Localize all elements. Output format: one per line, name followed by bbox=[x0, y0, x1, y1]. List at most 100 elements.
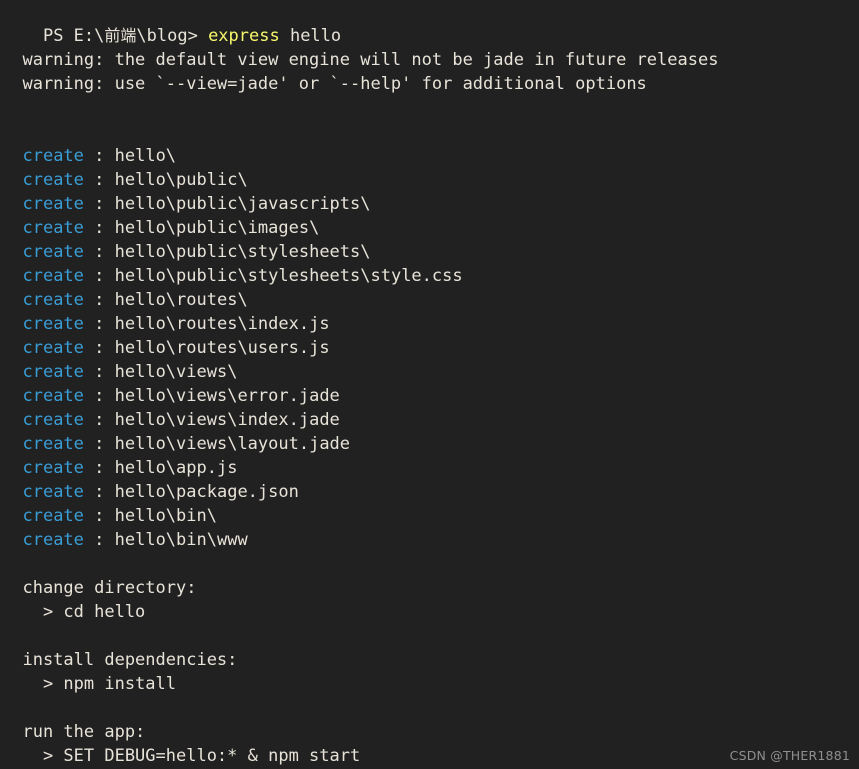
create-separator: : bbox=[84, 146, 115, 166]
created-path: hello\public\ bbox=[115, 170, 248, 190]
create-keyword: create bbox=[22, 386, 83, 406]
created-path: hello\bin\ bbox=[115, 506, 217, 526]
create-separator: : bbox=[84, 218, 115, 238]
create-separator: : bbox=[84, 170, 115, 190]
create-indent bbox=[2, 242, 22, 262]
create-keyword: create bbox=[22, 170, 83, 190]
create-indent bbox=[2, 194, 22, 214]
create-line: create : hello\views\layout.jade bbox=[0, 432, 859, 456]
create-keyword: create bbox=[22, 506, 83, 526]
create-indent bbox=[2, 458, 22, 478]
created-path: hello\public\stylesheets\ bbox=[115, 242, 371, 262]
created-path: hello\routes\ bbox=[115, 290, 248, 310]
created-path: hello\views\layout.jade bbox=[115, 434, 350, 454]
create-keyword: create bbox=[22, 530, 83, 550]
prompt-directory-cjk: 前端 bbox=[104, 26, 136, 45]
warning-line-2: warning: use `--view=jade' or `--help' f… bbox=[0, 72, 859, 96]
create-line: create : hello\public\stylesheets\ bbox=[0, 240, 859, 264]
created-path: hello\views\index.jade bbox=[115, 410, 340, 430]
create-separator: : bbox=[84, 410, 115, 430]
create-indent bbox=[2, 146, 22, 166]
create-indent bbox=[2, 410, 22, 430]
created-path: hello\views\error.jade bbox=[115, 386, 340, 406]
create-line: create : hello\public\javascripts\ bbox=[0, 192, 859, 216]
command-name: express bbox=[208, 26, 280, 46]
prompt-drive: E:\ bbox=[74, 26, 105, 46]
created-path: hello\public\stylesheets\style.css bbox=[115, 266, 463, 286]
create-line: create : hello\bin\ bbox=[0, 504, 859, 528]
create-indent bbox=[2, 434, 22, 454]
create-line: create : hello\routes\ bbox=[0, 288, 859, 312]
instruction-heading: change directory: bbox=[0, 576, 859, 600]
create-keyword: create bbox=[22, 266, 83, 286]
terminal-window[interactable]: PS E:\前端\blog> express hello . warning: … bbox=[0, 0, 859, 769]
create-keyword: create bbox=[22, 338, 83, 358]
create-keyword: create bbox=[22, 242, 83, 262]
created-path: hello\routes\index.js bbox=[115, 314, 330, 334]
create-indent bbox=[2, 170, 22, 190]
instruction-heading: run the app: bbox=[0, 720, 859, 744]
create-keyword: create bbox=[22, 458, 83, 478]
blank-line: . bbox=[0, 96, 859, 120]
created-path: hello\public\javascripts\ bbox=[115, 194, 371, 214]
create-separator: : bbox=[84, 458, 115, 478]
instruction-command: > cd hello bbox=[0, 600, 859, 624]
create-line: create : hello\views\index.jade bbox=[0, 408, 859, 432]
create-line: create : hello\views\error.jade bbox=[0, 384, 859, 408]
create-separator: : bbox=[84, 338, 115, 358]
created-path: hello\app.js bbox=[115, 458, 238, 478]
created-path: hello\public\images\ bbox=[115, 218, 320, 238]
blank-line: . bbox=[0, 624, 859, 648]
create-indent bbox=[2, 506, 22, 526]
created-path: hello\views\ bbox=[115, 362, 238, 382]
create-separator: : bbox=[84, 290, 115, 310]
warning-line-1: warning: the default view engine will no… bbox=[0, 48, 859, 72]
create-line: create : hello\ bbox=[0, 144, 859, 168]
create-output-list: create : hello\ create : hello\public\ c… bbox=[0, 144, 859, 552]
create-keyword: create bbox=[22, 218, 83, 238]
instructions-list: change directory: > cd hello. install de… bbox=[0, 576, 859, 768]
blank-line: . bbox=[0, 552, 859, 576]
create-separator: : bbox=[84, 194, 115, 214]
command-argument: hello bbox=[280, 26, 341, 46]
create-line: create : hello\views\ bbox=[0, 360, 859, 384]
created-path: hello\ bbox=[115, 146, 176, 166]
blank-line: . bbox=[0, 120, 859, 144]
prompt-line: PS E:\前端\blog> express hello bbox=[0, 0, 859, 24]
create-keyword: create bbox=[22, 410, 83, 430]
create-keyword: create bbox=[22, 194, 83, 214]
instruction-command: > npm install bbox=[0, 672, 859, 696]
blank-line: . bbox=[0, 696, 859, 720]
create-line: create : hello\public\stylesheets\style.… bbox=[0, 264, 859, 288]
create-line: create : hello\routes\index.js bbox=[0, 312, 859, 336]
create-separator: : bbox=[84, 362, 115, 382]
create-indent bbox=[2, 362, 22, 382]
create-separator: : bbox=[84, 482, 115, 502]
create-line: create : hello\app.js bbox=[0, 456, 859, 480]
prompt-path-tail: \blog> bbox=[136, 26, 208, 46]
create-indent bbox=[2, 530, 22, 550]
create-keyword: create bbox=[22, 434, 83, 454]
csdn-watermark: CSDN @THER1881 bbox=[730, 748, 850, 763]
create-keyword: create bbox=[22, 146, 83, 166]
create-separator: : bbox=[84, 266, 115, 286]
create-separator: : bbox=[84, 434, 115, 454]
create-line: create : hello\bin\www bbox=[0, 528, 859, 552]
create-indent bbox=[2, 218, 22, 238]
create-separator: : bbox=[84, 386, 115, 406]
create-separator: : bbox=[84, 506, 115, 526]
create-keyword: create bbox=[22, 482, 83, 502]
create-line: create : hello\routes\users.js bbox=[0, 336, 859, 360]
create-line: create : hello\public\images\ bbox=[0, 216, 859, 240]
create-indent bbox=[2, 386, 22, 406]
create-separator: : bbox=[84, 242, 115, 262]
prompt-shell: PS bbox=[43, 26, 74, 46]
create-separator: : bbox=[84, 314, 115, 334]
create-separator: : bbox=[84, 530, 115, 550]
create-keyword: create bbox=[22, 290, 83, 310]
create-indent bbox=[2, 482, 22, 502]
create-line: create : hello\public\ bbox=[0, 168, 859, 192]
create-line: create : hello\package.json bbox=[0, 480, 859, 504]
instruction-heading: install dependencies: bbox=[0, 648, 859, 672]
create-keyword: create bbox=[22, 362, 83, 382]
